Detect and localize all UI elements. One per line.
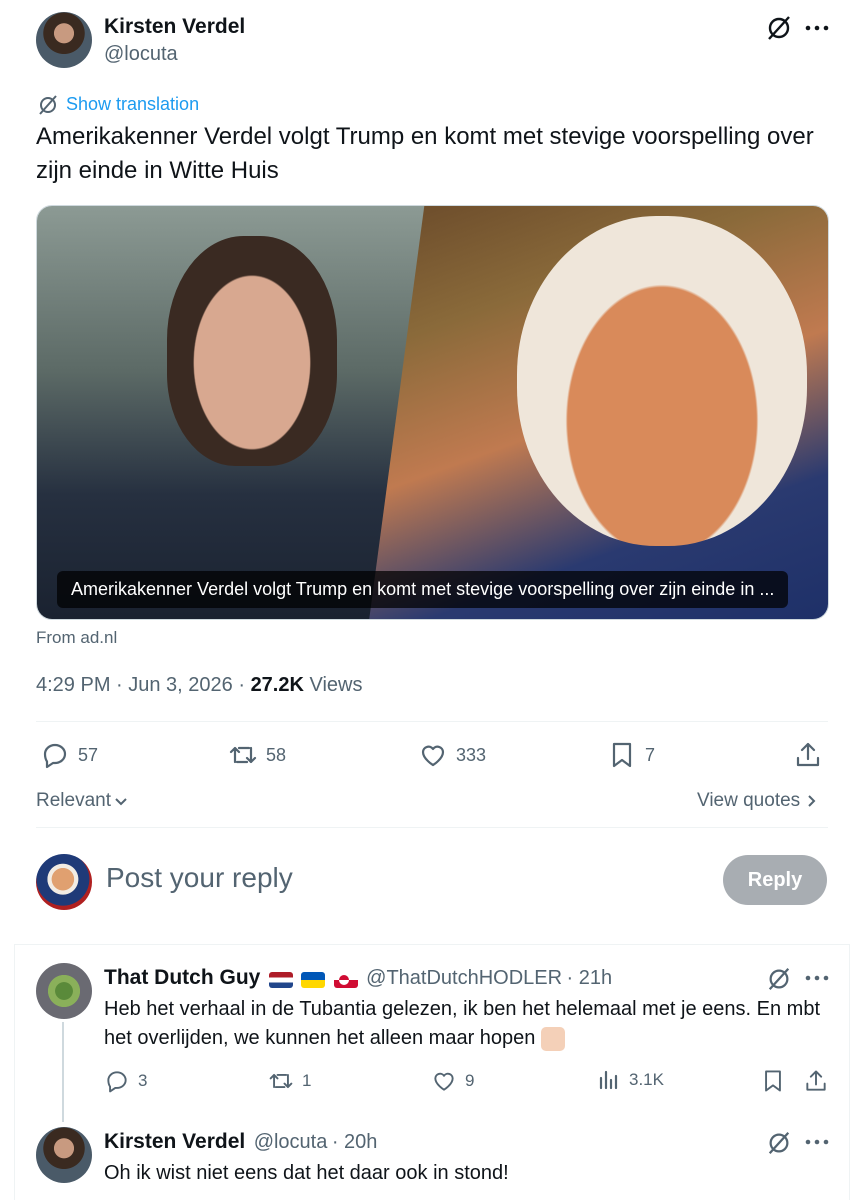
avatar[interactable] — [36, 963, 92, 1019]
view-quotes-label: View quotes — [697, 790, 801, 811]
sort-relevant-label: Relevant — [36, 790, 111, 811]
like-action[interactable]: 333 — [418, 740, 486, 770]
separator-dot: · — [566, 967, 579, 989]
avatar[interactable] — [36, 854, 92, 910]
grok-icon[interactable] — [765, 14, 793, 42]
divider — [36, 721, 828, 722]
more-icon[interactable] — [805, 24, 829, 32]
bookmark-icon[interactable] — [760, 1068, 786, 1094]
card-face-right — [517, 216, 807, 546]
divider — [14, 944, 850, 945]
separator-dot: · — [331, 1131, 345, 1153]
border-right — [849, 944, 850, 1200]
repost-icon — [268, 1068, 294, 1094]
share-icon[interactable] — [803, 1068, 829, 1094]
views-count: 27.2K — [250, 674, 304, 696]
views-icon — [597, 1068, 621, 1092]
chevron-down-icon — [113, 793, 129, 809]
like-count: 9 — [465, 1071, 475, 1090]
translate-icon — [37, 94, 59, 116]
border-left — [14, 944, 15, 1200]
sort-relevant[interactable]: Relevant — [36, 790, 129, 812]
like-count: 333 — [456, 744, 487, 765]
author-handle[interactable]: @locuta — [104, 43, 178, 66]
show-translation-link[interactable]: Show translation — [66, 94, 199, 115]
greenland-flag-icon — [333, 971, 358, 988]
tweet-text: Amerikakenner Verdel volgt Trump en komt… — [36, 123, 814, 184]
bookmark-action[interactable]: 7 — [607, 740, 655, 770]
share-icon[interactable] — [793, 740, 823, 770]
link-card-image[interactable]: Amerikakenner Verdel volgt Trump en komt… — [36, 205, 829, 620]
grok-icon[interactable] — [766, 966, 792, 992]
reply-action[interactable]: 57 — [40, 740, 98, 770]
thread-line — [62, 1022, 64, 1122]
view-quotes-link[interactable]: View quotes — [697, 790, 818, 812]
tweet-meta: 4:29 PM · Jun 3, 2026 · 27.2K Views — [36, 674, 362, 697]
repost-count: 58 — [266, 744, 287, 765]
author-name[interactable]: Kirsten Verdel — [104, 1130, 245, 1153]
like-icon — [418, 740, 448, 770]
card-face-left — [167, 236, 337, 466]
reply-input[interactable]: Post your reply — [106, 862, 293, 894]
card-caption: Amerikakenner Verdel volgt Trump en komt… — [57, 571, 789, 608]
reply-count: 57 — [78, 744, 99, 765]
reply-header: That Dutch Guy @ThatDutchHODLER · 21h — [104, 966, 612, 990]
card-source[interactable]: From ad.nl — [36, 628, 117, 648]
avatar[interactable] — [36, 12, 92, 68]
reply-button[interactable]: Reply — [723, 855, 827, 905]
views-action[interactable]: 3.1K — [597, 1068, 664, 1092]
reply-text: Oh ik wist niet eens dat het daar ook in… — [104, 1162, 509, 1184]
chevron-right-icon — [804, 793, 818, 809]
repost-count: 1 — [302, 1071, 312, 1090]
reply-text: Heb het verhaal in de Tubantia gelezen, … — [104, 995, 834, 1053]
like-icon — [431, 1068, 457, 1094]
reply-icon — [104, 1068, 130, 1094]
author-name[interactable]: Kirsten Verdel — [104, 15, 245, 39]
reply-count: 3 — [138, 1071, 148, 1090]
ukraine-flag-icon — [301, 971, 326, 988]
author-handle[interactable]: @ThatDutchHODLER — [366, 967, 562, 989]
reply-icon — [40, 740, 70, 770]
reply-time[interactable]: 20h — [344, 1131, 377, 1153]
thumbs-up-emoji-icon — [541, 1026, 566, 1051]
netherlands-flag-icon — [268, 971, 293, 988]
timestamp[interactable]: 4:29 PM · Jun 3, 2026 · — [36, 674, 251, 696]
author-handle[interactable]: @locuta — [254, 1131, 328, 1153]
views-label: Views — [303, 674, 363, 696]
grok-icon[interactable] — [766, 1130, 792, 1156]
author-name[interactable]: That Dutch Guy — [104, 966, 260, 989]
repost-action[interactable]: 1 — [268, 1068, 311, 1094]
bookmark-icon — [607, 740, 637, 770]
avatar[interactable] — [36, 1127, 92, 1183]
reply-action[interactable]: 3 — [104, 1068, 147, 1094]
views-count: 3.1K — [629, 1070, 664, 1089]
repost-action[interactable]: 58 — [228, 740, 286, 770]
reply-time[interactable]: 21h — [579, 967, 612, 989]
more-icon[interactable] — [805, 1138, 829, 1146]
bookmark-count: 7 — [645, 744, 656, 765]
reply-header: Kirsten Verdel @locuta · 20h — [104, 1130, 377, 1154]
repost-icon — [228, 740, 258, 770]
reply-text-body: Heb het verhaal in de Tubantia gelezen, … — [104, 998, 821, 1049]
divider — [36, 827, 828, 828]
like-action[interactable]: 9 — [431, 1068, 474, 1094]
more-icon[interactable] — [805, 974, 829, 982]
